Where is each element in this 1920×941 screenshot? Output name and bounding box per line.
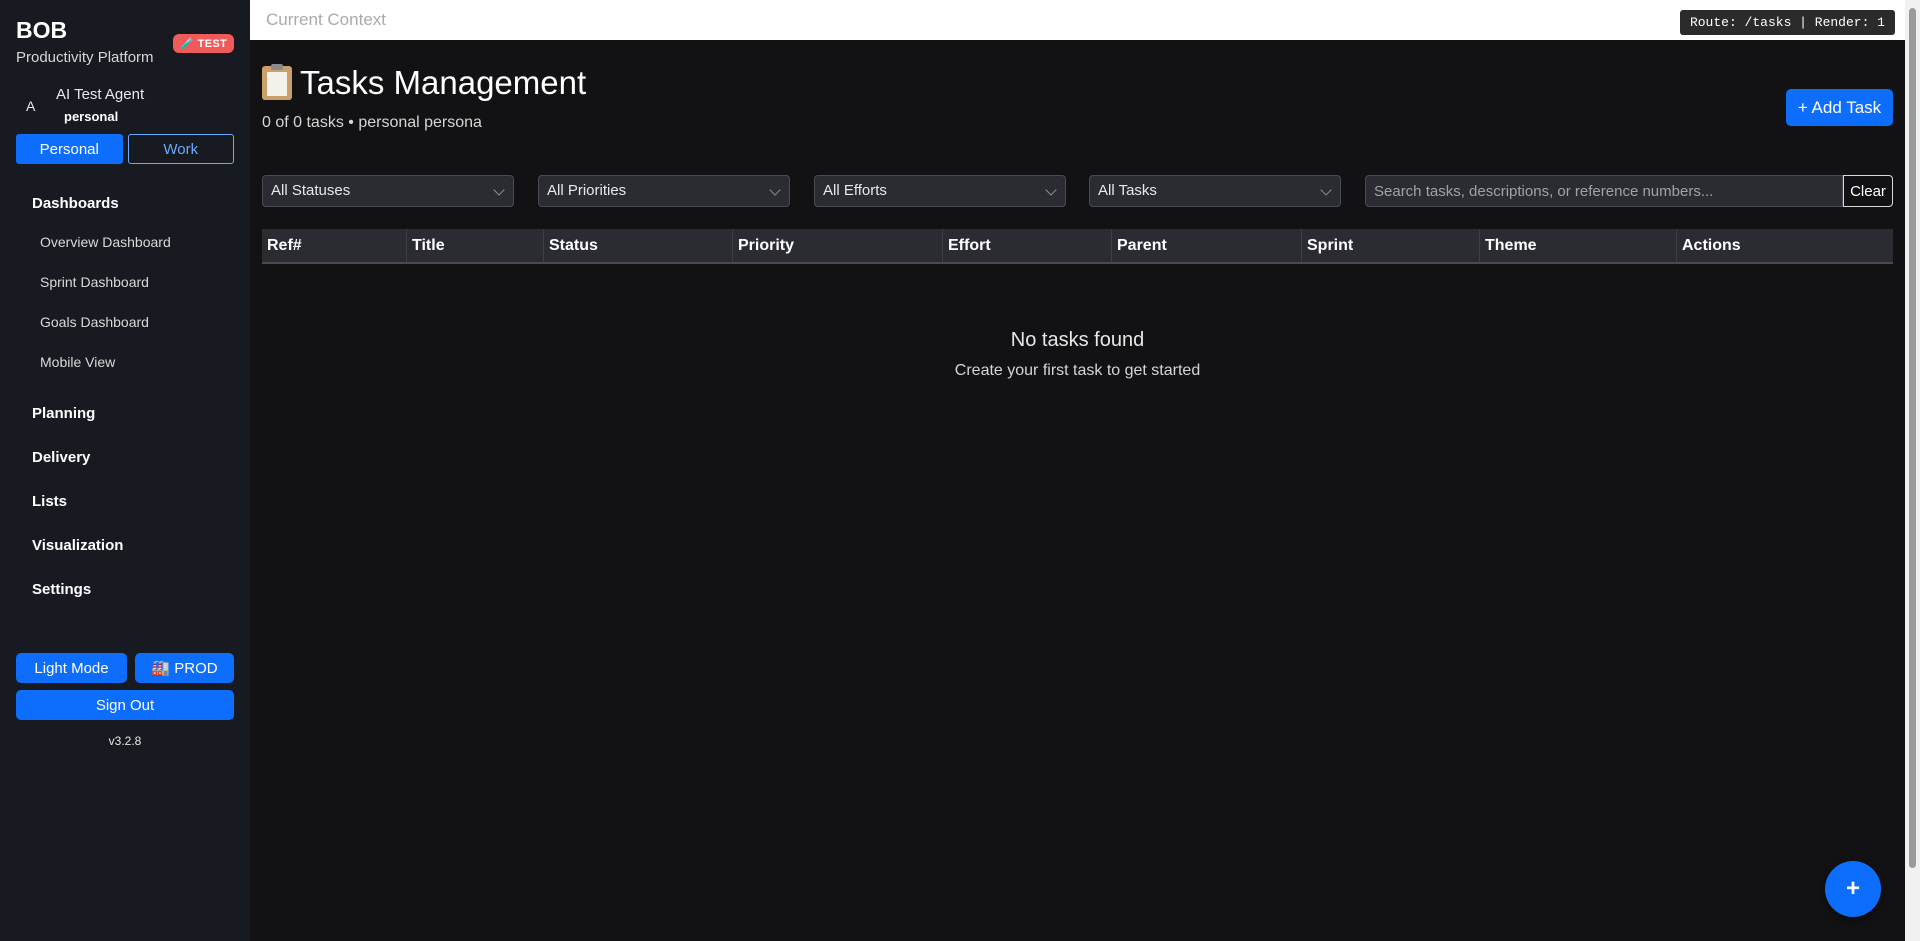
sidebar-item-delivery[interactable]: Delivery bbox=[16, 436, 234, 480]
effort-filter-select[interactable]: All Efforts bbox=[814, 175, 1066, 207]
chevron-down-icon bbox=[493, 184, 505, 196]
sidebar-item-planning[interactable]: Planning bbox=[16, 392, 234, 436]
add-task-button[interactable]: + Add Task bbox=[1786, 89, 1893, 126]
prod-button[interactable]: 🏭 PROD bbox=[135, 653, 234, 683]
chevron-down-icon bbox=[1045, 184, 1057, 196]
tasks-table-header: Ref# Title Status Priority Effort Parent… bbox=[262, 229, 1893, 264]
avatar: A bbox=[26, 98, 36, 114]
sidebar-item-visualization[interactable]: Visualization bbox=[16, 524, 234, 568]
context-bar: Current Context Route: /tasks | Render: … bbox=[250, 0, 1905, 40]
priority-filter-select[interactable]: All Priorities bbox=[538, 175, 790, 207]
clear-search-button[interactable]: Clear bbox=[1843, 175, 1893, 207]
persona-toggle: Personal Work bbox=[16, 134, 234, 164]
empty-state-title: No tasks found bbox=[1010, 329, 1145, 351]
user-info: A AI Test Agent personal bbox=[16, 86, 234, 128]
light-mode-button[interactable]: Light Mode bbox=[16, 653, 127, 683]
sidebar-item-lists[interactable]: Lists bbox=[16, 480, 234, 524]
floating-add-button[interactable]: + bbox=[1825, 861, 1881, 917]
sidebar-item-mobile-view[interactable]: Mobile View bbox=[16, 342, 234, 382]
status-filter-value: All Statuses bbox=[271, 182, 351, 199]
user-name: AI Test Agent bbox=[56, 86, 145, 103]
column-header-status[interactable]: Status bbox=[544, 229, 733, 262]
column-header-priority[interactable]: Priority bbox=[733, 229, 943, 262]
route-debug-badge: Route: /tasks | Render: 1 bbox=[1679, 10, 1895, 35]
column-header-sprint[interactable]: Sprint bbox=[1302, 229, 1480, 262]
persona-personal-button[interactable]: Personal bbox=[16, 134, 123, 164]
user-persona: personal bbox=[64, 109, 119, 124]
column-header-theme[interactable]: Theme bbox=[1480, 229, 1677, 262]
page-title: Tasks Management bbox=[262, 64, 586, 102]
empty-state: No tasks found Create your first task to… bbox=[262, 329, 1893, 380]
current-context-label: Current Context bbox=[266, 10, 386, 29]
page-scrollbar[interactable] bbox=[1905, 0, 1920, 941]
task-type-filter-select[interactable]: All Tasks bbox=[1089, 175, 1341, 207]
status-filter-select[interactable]: All Statuses bbox=[262, 175, 514, 207]
task-count-summary: 0 of 0 tasks • personal persona bbox=[262, 114, 482, 131]
column-header-title[interactable]: Title bbox=[407, 229, 544, 262]
brand: BOB Productivity Platform 🧪 TEST bbox=[16, 16, 234, 74]
dashboards-submenu: Overview Dashboard Sprint Dashboard Goal… bbox=[16, 222, 234, 382]
sidebar-actions: Light Mode 🏭 PROD Sign Out v3.2.8 bbox=[16, 653, 234, 748]
chevron-down-icon bbox=[769, 184, 781, 196]
sidebar-item-dashboards[interactable]: Dashboards bbox=[16, 182, 234, 222]
empty-state-subtitle: Create your first task to get started bbox=[954, 362, 1201, 379]
persona-work-button[interactable]: Work bbox=[127, 134, 234, 164]
column-header-effort[interactable]: Effort bbox=[943, 229, 1112, 262]
version-label: v3.2.8 bbox=[108, 734, 142, 748]
priority-filter-value: All Priorities bbox=[547, 182, 627, 199]
chevron-down-icon bbox=[1320, 184, 1332, 196]
sidebar-item-settings[interactable]: Settings bbox=[16, 568, 234, 612]
page-title-text: Tasks Management bbox=[300, 64, 587, 101]
sidebar-item-goals-dashboard[interactable]: Goals Dashboard bbox=[16, 302, 234, 342]
scrollbar-thumb[interactable] bbox=[1909, 8, 1916, 868]
sidebar-item-sprint-dashboard[interactable]: Sprint Dashboard bbox=[16, 262, 234, 302]
clipboard-icon bbox=[262, 64, 292, 100]
test-badge: 🧪 TEST bbox=[173, 34, 234, 53]
column-header-parent[interactable]: Parent bbox=[1112, 229, 1302, 262]
column-header-ref[interactable]: Ref# bbox=[262, 229, 407, 262]
effort-filter-value: All Efforts bbox=[823, 182, 887, 199]
sidebar: BOB Productivity Platform 🧪 TEST A AI Te… bbox=[0, 0, 250, 941]
task-type-filter-value: All Tasks bbox=[1098, 182, 1157, 199]
filter-bar: All Statuses All Priorities All Efforts … bbox=[262, 175, 1893, 207]
sidebar-nav: Dashboards Overview Dashboard Sprint Das… bbox=[16, 182, 234, 612]
search-input[interactable] bbox=[1365, 175, 1843, 207]
sign-out-button[interactable]: Sign Out bbox=[16, 690, 234, 720]
search-group: Clear bbox=[1365, 175, 1893, 207]
column-header-actions: Actions bbox=[1682, 237, 1741, 254]
sidebar-item-overview-dashboard[interactable]: Overview Dashboard bbox=[16, 222, 234, 262]
